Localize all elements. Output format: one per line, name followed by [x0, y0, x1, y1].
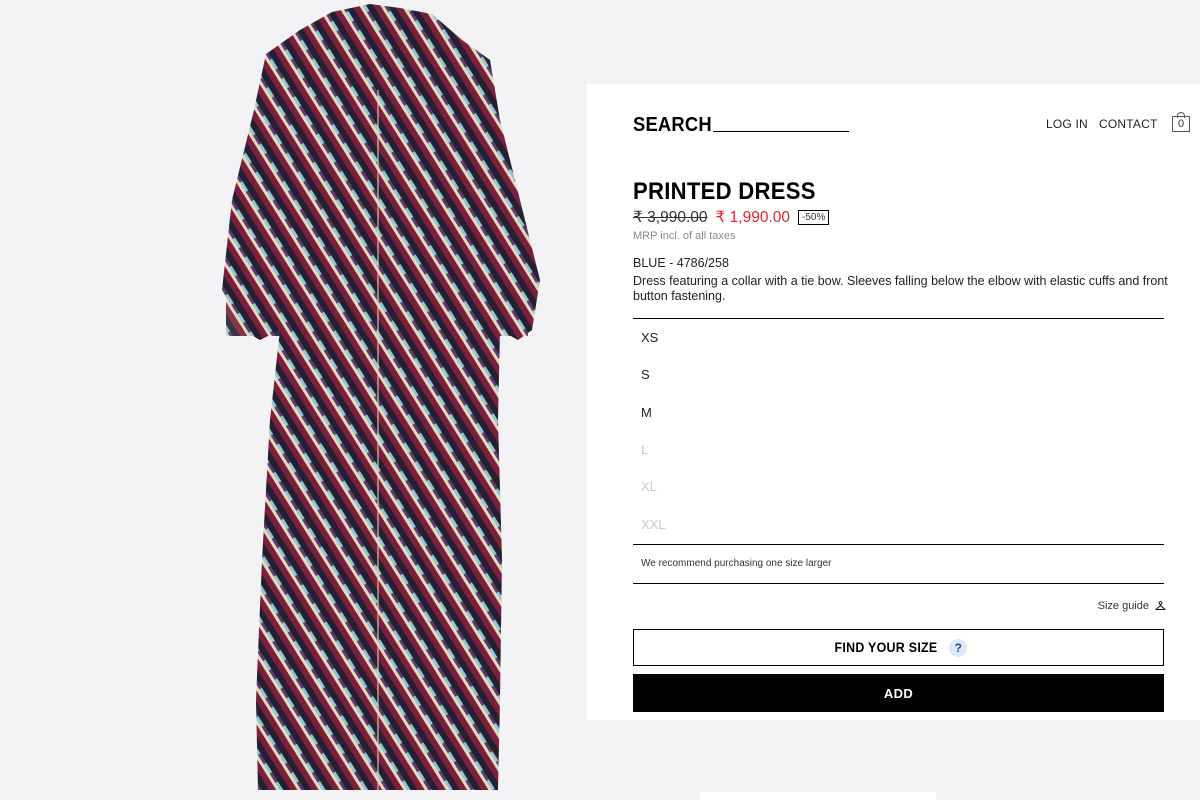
shopping-bag-icon[interactable]: 0 — [1171, 112, 1191, 134]
product-panel: SEARCH LOG IN CONTACT 0 PRINTED DRESS ₹ … — [587, 84, 1200, 720]
size-guide-link[interactable]: Size guide — [1097, 600, 1167, 612]
find-your-size-button[interactable]: FIND YOUR SIZE ? — [633, 629, 1164, 666]
divider — [633, 583, 1164, 584]
size-option-s[interactable]: S — [641, 367, 721, 382]
divider — [633, 318, 1164, 319]
size-recommendation: We recommend purchasing one size larger — [641, 558, 832, 569]
color-reference: BLUE - 4786/258 — [633, 256, 729, 270]
discount-badge: -50% — [798, 210, 830, 225]
contact-link[interactable]: CONTACT — [1099, 117, 1158, 131]
search-link[interactable]: SEARCH — [633, 114, 712, 137]
divider — [633, 544, 1164, 545]
price-row: ₹ 3,990.00 ₹ 1,990.00 -50% — [633, 208, 830, 227]
product-description: Dress featuring a collar with a tie bow.… — [633, 274, 1168, 303]
size-option-l: L — [641, 442, 649, 457]
product-title: PRINTED DRESS — [633, 178, 816, 205]
size-guide-label: Size guide — [1097, 600, 1149, 612]
cart-count: 0 — [1177, 118, 1185, 130]
sale-price: ₹ 1,990.00 — [715, 209, 791, 226]
product-image — [200, 0, 560, 800]
size-option-m[interactable]: M — [641, 405, 721, 420]
login-link[interactable]: LOG IN — [1046, 117, 1088, 131]
search-input-underline[interactable] — [713, 131, 849, 132]
size-option-xxl: XXL — [641, 517, 666, 532]
size-option-xs[interactable]: XS — [641, 330, 721, 345]
size-option-xl: XL — [641, 479, 657, 494]
original-price: ₹ 3,990.00 — [633, 209, 708, 226]
mrp-note: MRP incl. of all taxes — [633, 230, 736, 242]
find-your-size-label: FIND YOUR SIZE — [833, 640, 938, 655]
bottom-strip — [700, 792, 936, 800]
help-icon[interactable]: ? — [949, 638, 968, 657]
add-to-cart-button[interactable]: ADD — [633, 674, 1164, 712]
hanger-icon — [1154, 601, 1167, 611]
